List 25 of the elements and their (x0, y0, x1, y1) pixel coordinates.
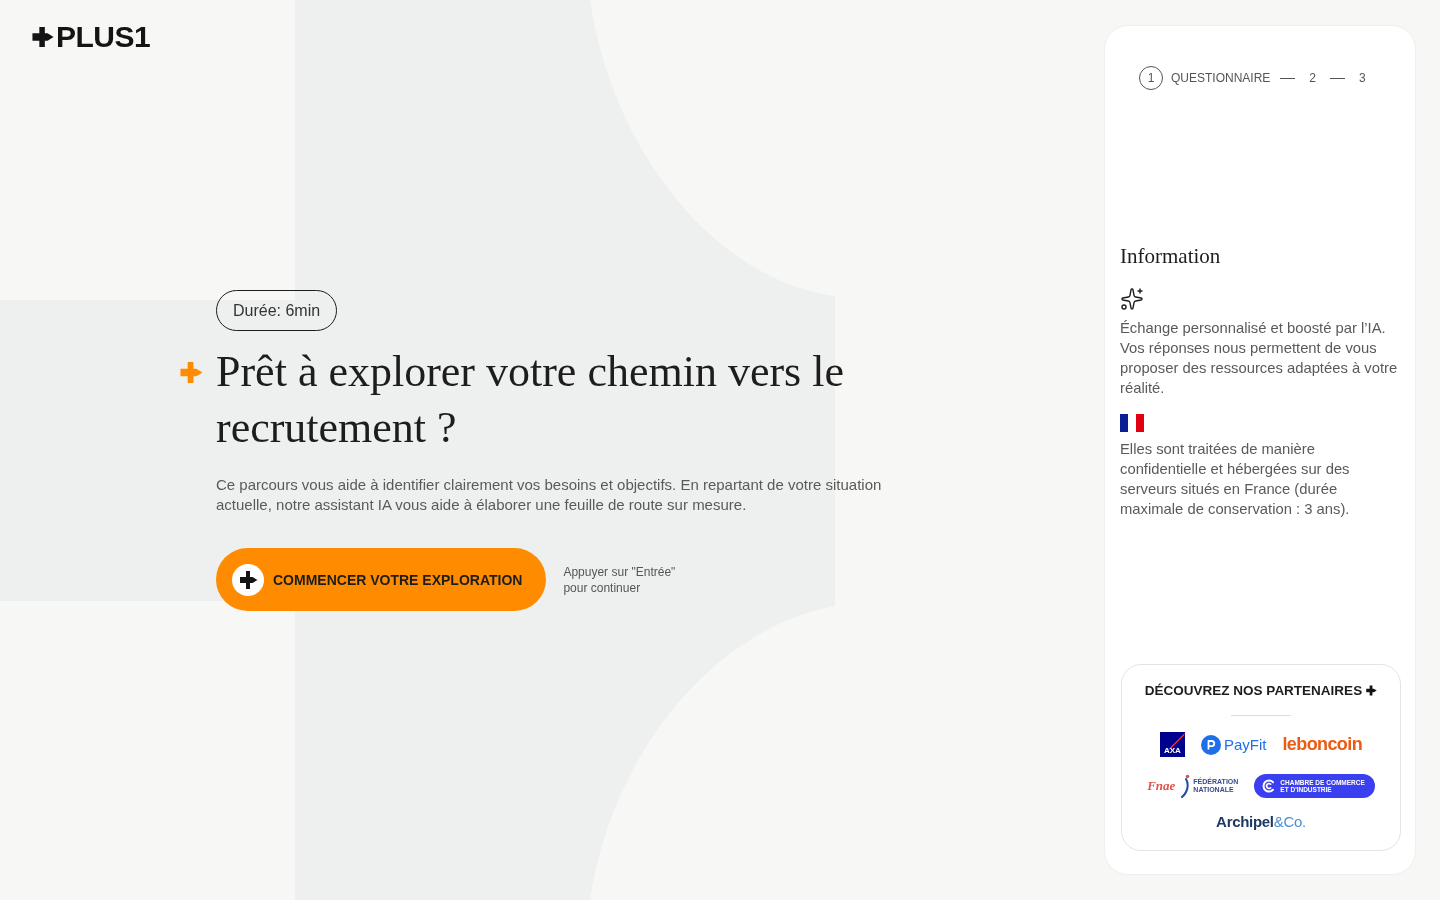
partner-logo: leboncoin (1282, 734, 1363, 755)
step-label: QUESTIONNAIRE (1171, 71, 1271, 85)
intro-text: Ce parcours vous aide à identifier clairement vos besoins et objectifs. En repartant de votre situation actuelle, notre assistant IA vous aide à élaborer une feuille de route sur mesure. (216, 475, 883, 515)
section-title: Information (1120, 244, 1222, 268)
partners-link[interactable]: DÉCOUVREZ NOS PARTENAIRES (1144, 683, 1378, 698)
partner-logo: AXA (1159, 732, 1185, 757)
plus-arrow-icon (1366, 685, 1378, 696)
start-button[interactable]: COMMENCER VOTRE EXPLORATION (216, 548, 547, 611)
sparkle-icon (1120, 287, 1144, 311)
swoosh-icon (1180, 773, 1191, 798)
circle-icon (1200, 734, 1221, 755)
plus-arrow-icon (180, 361, 203, 384)
brand-logo: PLUS1 (56, 25, 151, 49)
ring-icon (1262, 778, 1277, 793)
flag-icon (1120, 414, 1144, 432)
plus-arrow-icon (32, 26, 54, 48)
info-text: Échange personnalisé et boosté par l’IA. Vos réponses nous permettent de vous proposer des ressources adaptées à votre réalité. (1120, 319, 1399, 398)
page-title: Prêt à explorer votre chemin vers le recrutement ? (216, 346, 845, 454)
keyboard-hint: Appuyer sur "Entrée" pour continuer (563, 563, 676, 596)
partner-logo: Archipel&Co. (1216, 813, 1306, 830)
partner-logo: Fnae (1147, 777, 1177, 794)
info-text: Elles sont traitées de manière confidentielle et hébergées sur des serveurs situés en France (durée maximale de conservation : 3 ans). (1120, 440, 1351, 519)
step-number: 3 (1358, 70, 1367, 87)
partner-logo: PayFit (1223, 736, 1267, 753)
step-number: 2 (1308, 70, 1318, 87)
